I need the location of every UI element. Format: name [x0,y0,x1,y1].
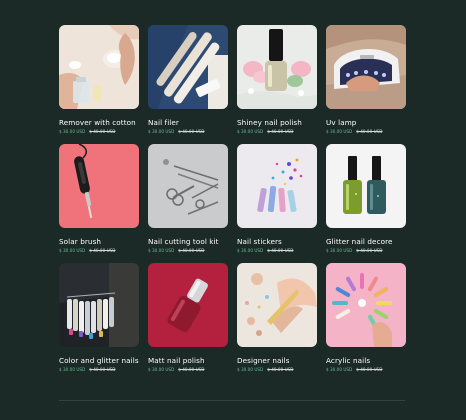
product-old-price: $ 40.00 USD [178,129,205,134]
product-card[interactable]: Shiney nail polish $ 30.00 USD $ 40.00 U… [237,25,317,143]
matt-polish-image[interactable] [148,263,228,347]
product-price: $ 30.00 USD [326,367,353,372]
nail-stickers-image[interactable] [237,144,317,228]
product-price: $ 30.00 USD [59,129,86,134]
product-title[interactable]: Designer nails [237,356,317,365]
nail-filer-image[interactable] [148,25,228,109]
product-card[interactable]: Glitter nail decore $ 30.00 USD $ 40.00 … [326,144,406,262]
product-card[interactable]: Solar brush $ 30.00 USD $ 40.00 USD [59,144,139,262]
product-card[interactable]: Nail cutting tool kit $ 30.00 USD $ 40.0… [148,144,228,262]
price-row: $ 30.00 USD $ 40.00 USD [326,367,406,372]
product-price: $ 30.00 USD [59,248,86,253]
product-price: $ 30.00 USD [148,367,175,372]
price-row: $ 30.00 USD $ 40.00 USD [59,248,139,253]
glitter-polish-image[interactable] [326,144,406,228]
designer-nails-image[interactable] [237,263,317,347]
price-row: $ 30.00 USD $ 40.00 USD [148,248,228,253]
product-title[interactable]: Shiney nail polish [237,118,317,127]
price-row: $ 30.00 USD $ 40.00 USD [237,367,317,372]
product-title[interactable]: Remover with cotton [59,118,139,127]
product-price: $ 30.00 USD [237,129,264,134]
footer-divider [59,400,405,401]
price-row: $ 30.00 USD $ 40.00 USD [148,367,228,372]
product-old-price: $ 40.00 USD [356,367,383,372]
product-old-price: $ 40.00 USD [267,248,294,253]
uv-lamp-image[interactable] [326,25,406,109]
product-card[interactable]: Nail stickers $ 30.00 USD $ 40.00 USD [237,144,317,262]
product-grid: Remover with cotton $ 30.00 USD $ 40.00 … [59,25,406,381]
product-title[interactable]: Solar brush [59,237,139,246]
product-old-price: $ 40.00 USD [89,248,116,253]
price-row: $ 30.00 USD $ 40.00 USD [237,248,317,253]
product-price: $ 30.00 USD [148,248,175,253]
product-title[interactable]: Nail cutting tool kit [148,237,228,246]
color-nails-image[interactable] [59,263,139,347]
product-card[interactable]: Color and glitter nails $ 30.00 USD $ 40… [59,263,139,381]
product-old-price: $ 40.00 USD [178,367,205,372]
product-old-price: $ 40.00 USD [267,129,294,134]
price-row: $ 30.00 USD $ 40.00 USD [237,129,317,134]
product-title[interactable]: Glitter nail decore [326,237,406,246]
product-card[interactable]: Remover with cotton $ 30.00 USD $ 40.00 … [59,25,139,143]
price-row: $ 30.00 USD $ 40.00 USD [59,367,139,372]
product-price: $ 30.00 USD [148,129,175,134]
product-title[interactable]: Nail stickers [237,237,317,246]
tool-kit-image[interactable] [148,144,228,228]
product-old-price: $ 40.00 USD [356,129,383,134]
nail-polish-image[interactable] [237,25,317,109]
product-old-price: $ 40.00 USD [356,248,383,253]
product-card[interactable]: Uv lamp $ 30.00 USD $ 40.00 USD [326,25,406,143]
product-old-price: $ 40.00 USD [178,248,205,253]
price-row: $ 30.00 USD $ 40.00 USD [326,129,406,134]
product-old-price: $ 40.00 USD [89,367,116,372]
solar-brush-image[interactable] [59,144,139,228]
product-price: $ 30.00 USD [59,367,86,372]
product-price: $ 30.00 USD [326,129,353,134]
product-card[interactable]: Matt nail polish $ 30.00 USD $ 40.00 USD [148,263,228,381]
price-row: $ 30.00 USD $ 40.00 USD [326,248,406,253]
product-card[interactable]: Acrylic nails $ 30.00 USD $ 40.00 USD [326,263,406,381]
product-title[interactable]: Uv lamp [326,118,406,127]
product-price: $ 30.00 USD [237,248,264,253]
product-price: $ 30.00 USD [237,367,264,372]
product-title[interactable]: Matt nail polish [148,356,228,365]
product-old-price: $ 40.00 USD [267,367,294,372]
product-card[interactable]: Nail filer $ 30.00 USD $ 40.00 USD [148,25,228,143]
remover-cotton-image[interactable] [59,25,139,109]
product-title[interactable]: Nail filer [148,118,228,127]
price-row: $ 30.00 USD $ 40.00 USD [148,129,228,134]
acrylic-nails-image[interactable] [326,263,406,347]
product-price: $ 30.00 USD [326,248,353,253]
product-card[interactable]: Designer nails $ 30.00 USD $ 40.00 USD [237,263,317,381]
product-title[interactable]: Acrylic nails [326,356,406,365]
product-old-price: $ 40.00 USD [89,129,116,134]
price-row: $ 30.00 USD $ 40.00 USD [59,129,139,134]
product-title[interactable]: Color and glitter nails [59,356,139,365]
